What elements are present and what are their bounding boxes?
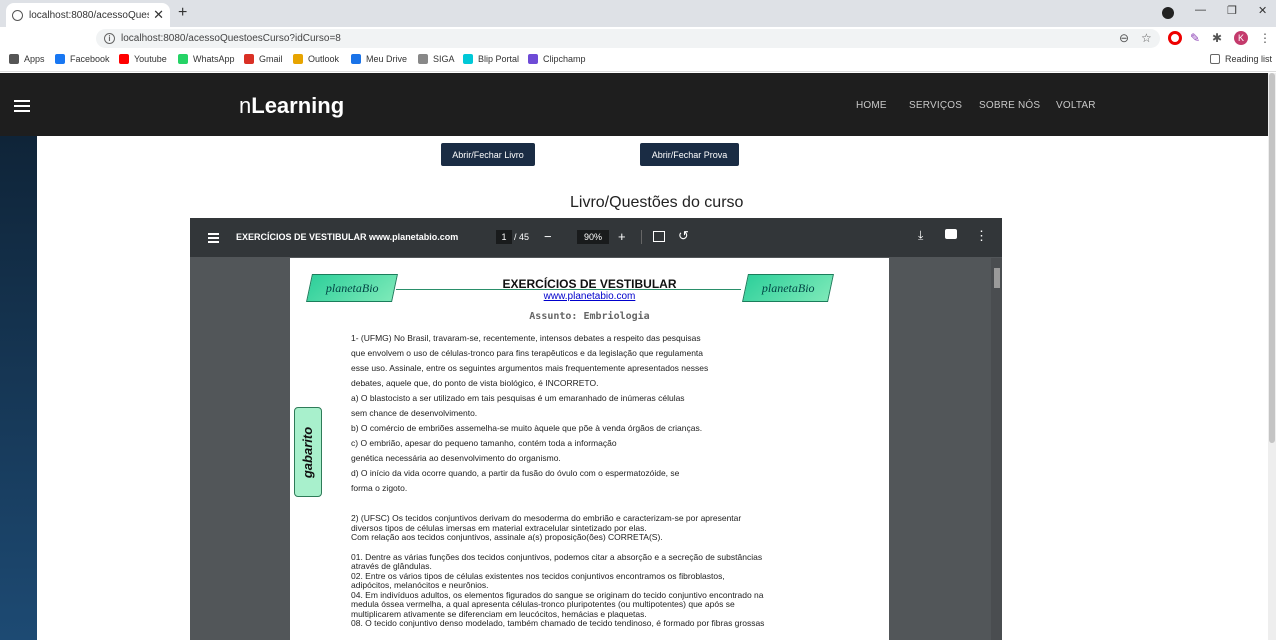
toggle-book-button[interactable]: Abrir/Fechar Livro xyxy=(441,143,535,166)
new-tab-icon[interactable]: + xyxy=(178,4,187,22)
bookmark-clipchamp[interactable]: Clipchamp xyxy=(528,54,586,64)
window-close-icon[interactable]: ✕ xyxy=(1258,4,1267,17)
question-1-line: c) O embrião, apesar do pequeno tamanho,… xyxy=(351,438,617,448)
question-1-line: 1- (UFMG) No Brasil, travaram-se, recent… xyxy=(351,333,701,343)
pdf-menu-icon[interactable] xyxy=(208,233,219,243)
url-text: localhost:8080/acessoQuestoesCurso?idCur… xyxy=(121,33,341,44)
bookmark-meu-drive[interactable]: Meu Drive xyxy=(351,54,407,64)
reading-list[interactable]: Reading list xyxy=(1210,54,1272,64)
left-decorative-panel xyxy=(0,136,37,640)
download-icon[interactable]: ⤓ xyxy=(918,228,923,243)
pdf-viewer: EXERCÍCIOS DE VESTIBULAR www.planetabio.… xyxy=(190,218,1002,640)
siga-icon xyxy=(418,54,428,64)
bookmark-facebook[interactable]: Facebook xyxy=(55,54,110,64)
bookmark-blip-portal[interactable]: Blip Portal xyxy=(463,54,519,64)
blip-icon xyxy=(463,54,473,64)
profile-avatar[interactable]: K xyxy=(1234,31,1248,45)
nav-sobre-nos[interactable]: SOBRE NÓS xyxy=(979,100,1040,111)
bookmarks-bar: Apps Facebook Youtube WhatsApp Gmail Outlook M… xyxy=(0,50,1276,72)
bookmark-youtube[interactable]: Youtube xyxy=(119,54,167,64)
bookmark-gmail[interactable]: Gmail xyxy=(244,54,283,64)
question-1-line: a) O blastocisto a ser utilizado em tais… xyxy=(351,393,685,403)
brand-logo[interactable]: nLearning xyxy=(239,93,344,119)
subject-heading: Assunto: Embriologia xyxy=(529,311,650,322)
pdf-title: EXERCÍCIOS DE VESTIBULAR www.planetabio.… xyxy=(236,232,459,242)
section-title: Livro/Questões do curso xyxy=(570,194,744,211)
globe-icon xyxy=(12,9,23,21)
question-1-line: esse uso. Assinale, entre os seguintes a… xyxy=(351,363,709,373)
pdf-toolbar: EXERCÍCIOS DE VESTIBULAR www.planetabio.… xyxy=(190,218,1002,257)
site-navbar: nLearning HOME SERVIÇOS SOBRE NÓS VOLTAR xyxy=(0,73,1268,136)
media-control-icon[interactable] xyxy=(1162,7,1174,19)
whatsapp-icon xyxy=(178,54,188,64)
fit-page-icon[interactable] xyxy=(653,231,665,242)
question-1-line: b) O comércio de embriões assemelha-se m… xyxy=(351,423,703,433)
toggle-exam-button[interactable]: Abrir/Fechar Prova xyxy=(640,143,739,166)
pdf-scrollbar[interactable] xyxy=(991,258,1002,640)
question-1-line: que envolvem o uso de células-tronco par… xyxy=(351,348,704,358)
pdf-more-icon[interactable]: ⋮ xyxy=(975,228,988,244)
tab-title: localhost:8080/acessoQuestoesC xyxy=(29,9,149,21)
drive-icon xyxy=(351,54,361,64)
minimize-icon[interactable]: — xyxy=(1195,4,1206,16)
zoom-in-icon[interactable]: + xyxy=(618,229,626,244)
bookmark-star-icon[interactable]: ☆ xyxy=(1141,31,1152,45)
question-1-line: debates, aquele que, do ponto de vista b… xyxy=(351,378,599,388)
opera-extension-icon[interactable] xyxy=(1168,31,1182,45)
question-1-line: forma o zigoto. xyxy=(351,483,408,493)
question-1-line: d) O início da vida ocorre quando, a par… xyxy=(351,468,680,478)
site-info-icon[interactable]: i xyxy=(104,33,115,44)
gmail-icon xyxy=(244,54,254,64)
browser-menu-icon[interactable]: ⋮ xyxy=(1259,31,1271,45)
question-1: 1- (UFMG) No Brasil, travaram-se, recent… xyxy=(351,331,766,496)
extensions-puzzle-icon[interactable]: ✱ xyxy=(1212,31,1222,45)
toolbar-divider xyxy=(641,230,642,244)
page-scrollbar[interactable] xyxy=(1268,73,1276,640)
browser-tab[interactable]: localhost:8080/acessoQuestoesC ✕ xyxy=(6,3,170,27)
bookmark-outlook[interactable]: Outlook xyxy=(293,54,339,64)
page-number-input[interactable]: 1 xyxy=(496,230,512,244)
document-url-link[interactable]: www.planetabio.com xyxy=(290,291,889,302)
zoom-out-icon[interactable]: − xyxy=(544,229,552,244)
question-2-line: Com relação aos tecidos conjuntivos, ass… xyxy=(351,532,663,542)
nav-servicos[interactable]: SERVIÇOS xyxy=(909,100,962,111)
restore-icon[interactable]: ❐ xyxy=(1227,4,1237,17)
browser-tab-strip: localhost:8080/acessoQuestoesC ✕ + — ❐ ✕ xyxy=(0,0,1276,27)
close-tab-icon[interactable]: ✕ xyxy=(153,7,164,23)
question-2: 2) (UFSC) Os tecidos conjuntivos derivam… xyxy=(351,513,821,629)
print-icon[interactable] xyxy=(945,229,957,239)
nav-voltar[interactable]: VOLTAR xyxy=(1056,100,1096,111)
zoom-input[interactable]: 90% xyxy=(577,230,609,244)
clipchamp-icon xyxy=(528,54,538,64)
question-2-line xyxy=(351,543,821,553)
bookmark-apps[interactable]: Apps xyxy=(9,54,45,64)
pdf-page: planetaBio planetaBio EXERCÍCIOS DE VEST… xyxy=(290,258,889,640)
bookmark-whatsapp[interactable]: WhatsApp xyxy=(178,54,235,64)
bookmark-siga[interactable]: SIGA xyxy=(418,54,455,64)
question-1-line: sem chance de desenvolvimento. xyxy=(351,408,478,418)
question-2-line: 08. O tecido conjuntivo denso modelado, … xyxy=(351,618,765,628)
apps-grid-icon xyxy=(9,54,19,64)
hamburger-menu-icon[interactable] xyxy=(14,100,30,112)
gabarito-tab[interactable]: gabarito xyxy=(294,407,322,497)
outlook-icon xyxy=(293,54,303,64)
facebook-icon xyxy=(55,54,65,64)
document-title: EXERCÍCIOS DE VESTIBULAR xyxy=(502,277,677,291)
page-total: / 45 xyxy=(514,232,530,242)
zoom-icon[interactable]: ⊖ xyxy=(1119,31,1129,45)
reading-list-icon xyxy=(1210,54,1220,64)
nav-home[interactable]: HOME xyxy=(856,100,887,111)
rotate-icon[interactable]: ↺ xyxy=(678,228,689,244)
pen-extension-icon[interactable]: ✎ xyxy=(1190,31,1200,45)
question-1-line: genética necessária ao desenvolvimento d… xyxy=(351,453,561,463)
youtube-icon xyxy=(119,54,129,64)
address-bar[interactable]: i localhost:8080/acessoQuestoesCurso?idC… xyxy=(96,29,1160,48)
